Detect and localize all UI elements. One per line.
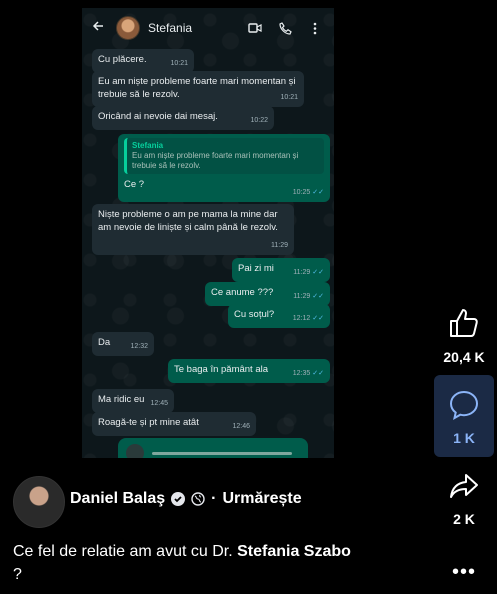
message-incoming: Da 12:32 bbox=[92, 332, 154, 356]
video-player[interactable]: Stefania Cu plăcere. 10:21 Eu am niște p… bbox=[82, 8, 334, 458]
read-ticks-icon: ✓✓ bbox=[312, 370, 324, 377]
voice-message bbox=[118, 438, 308, 458]
message-outgoing: Pai zi mi 11:29 ✓✓ bbox=[232, 258, 330, 282]
message-incoming: Roagă-te și pt mine atât 12:46 bbox=[92, 412, 256, 436]
message-text: Eu am niște probleme foarte mari momenta… bbox=[98, 76, 296, 100]
like-count: 20,4 K bbox=[443, 349, 485, 365]
read-ticks-icon: ✓✓ bbox=[312, 269, 324, 276]
message-text: Cu plăcere. bbox=[98, 54, 147, 65]
message-time: 10:22 bbox=[250, 117, 268, 124]
more-options-button[interactable]: ••• bbox=[452, 561, 476, 584]
follow-link[interactable]: Urmărește bbox=[222, 490, 301, 508]
message-text: Pai zi mi bbox=[238, 263, 274, 274]
message-outgoing-reply: Stefania Eu am niște probleme foarte mar… bbox=[118, 134, 330, 202]
message-outgoing: Te baga în pământ ala 12:35 ✓✓ bbox=[168, 359, 330, 383]
message-incoming: Oricând ai nevoie dai mesaj. 10:22 bbox=[92, 106, 274, 130]
message-text: Te baga în pământ ala bbox=[174, 364, 269, 375]
message-incoming: Eu am niște probleme foarte mari momenta… bbox=[92, 71, 304, 107]
message-time: 12:32 bbox=[130, 343, 148, 350]
share-count: 2 K bbox=[453, 511, 475, 527]
share-arrow-icon bbox=[448, 474, 480, 506]
share-button[interactable]: 2 K bbox=[434, 470, 494, 527]
message-time: 11:29 bbox=[271, 242, 288, 249]
message-incoming: Cu plăcere. 10:21 bbox=[92, 49, 194, 73]
message-text: Niște probleme o am pe mama la mine dar … bbox=[98, 209, 278, 233]
read-ticks-icon: ✓✓ bbox=[312, 189, 324, 196]
caption-text: Ce fel de relatie am avut cu Dr. bbox=[13, 543, 238, 560]
message-text: Roagă-te și pt mine atât bbox=[98, 417, 199, 428]
message-text: Oricând ai nevoie dai mesaj. bbox=[98, 111, 218, 122]
quoted-sender: Stefania bbox=[132, 141, 164, 150]
back-arrow-icon bbox=[92, 19, 106, 37]
message-time: 12:35 bbox=[292, 370, 311, 377]
message-time: 10:21 bbox=[170, 60, 188, 67]
message-text: Ce ? bbox=[124, 179, 145, 190]
message-time: 12:12 bbox=[292, 315, 311, 322]
quoted-message: Stefania Eu am niște probleme foarte mar… bbox=[124, 138, 324, 174]
message-time: 11:29 bbox=[293, 293, 311, 300]
message-text: Ce anume ??? bbox=[211, 287, 274, 298]
author-avatar[interactable] bbox=[13, 476, 65, 528]
message-time: 12:46 bbox=[232, 423, 250, 430]
message-text: Cu soțul? bbox=[234, 309, 275, 320]
read-ticks-icon: ✓✓ bbox=[312, 315, 324, 322]
chat-header: Stefania bbox=[82, 8, 334, 48]
quoted-text: Eu am niște probleme foarte mari momenta… bbox=[132, 151, 299, 170]
message-outgoing: Cu soțul? 12:12 ✓✓ bbox=[228, 304, 330, 328]
post-caption: Ce fel de relatie am avut cu Dr. Stefani… bbox=[13, 540, 413, 586]
separator: · bbox=[211, 490, 217, 507]
like-button[interactable]: 20,4 K bbox=[434, 306, 494, 365]
message-text: Ma ridic eu bbox=[98, 394, 145, 405]
video-call-icon bbox=[248, 21, 262, 35]
message-incoming: Niște probleme o am pe mama la mine dar … bbox=[92, 204, 294, 255]
message-time: 11:29 bbox=[293, 269, 311, 276]
author-name[interactable]: Daniel Balaş bbox=[70, 490, 165, 508]
caption-text-end: ? bbox=[13, 566, 22, 583]
contact-avatar bbox=[116, 16, 140, 40]
message-text: Da bbox=[98, 337, 111, 348]
message-time: 12:45 bbox=[150, 400, 168, 407]
message-outgoing: Ce anume ??? 11:29 ✓✓ bbox=[205, 282, 330, 306]
author-row: Daniel Balaş · Urmărește bbox=[70, 490, 302, 508]
comment-count: 1 K bbox=[453, 430, 475, 446]
voice-waveform bbox=[152, 452, 292, 455]
globe-icon bbox=[191, 492, 205, 506]
message-time: 10:25 bbox=[292, 189, 311, 196]
read-ticks-icon: ✓✓ bbox=[312, 293, 324, 300]
caption-tag[interactable]: Stefania Szabo bbox=[237, 543, 351, 560]
thumbs-up-icon bbox=[447, 309, 481, 344]
verified-badge-icon bbox=[171, 492, 186, 506]
phone-icon bbox=[278, 21, 292, 35]
more-vertical-icon bbox=[308, 21, 322, 35]
message-incoming: Ma ridic eu 12:45 bbox=[92, 389, 174, 413]
comment-bubble-icon bbox=[434, 389, 494, 426]
voice-play-icon bbox=[126, 444, 144, 458]
message-time: 10:21 bbox=[280, 94, 298, 101]
comment-button[interactable]: 1 K bbox=[434, 375, 494, 457]
contact-name: Stefania bbox=[148, 21, 193, 35]
